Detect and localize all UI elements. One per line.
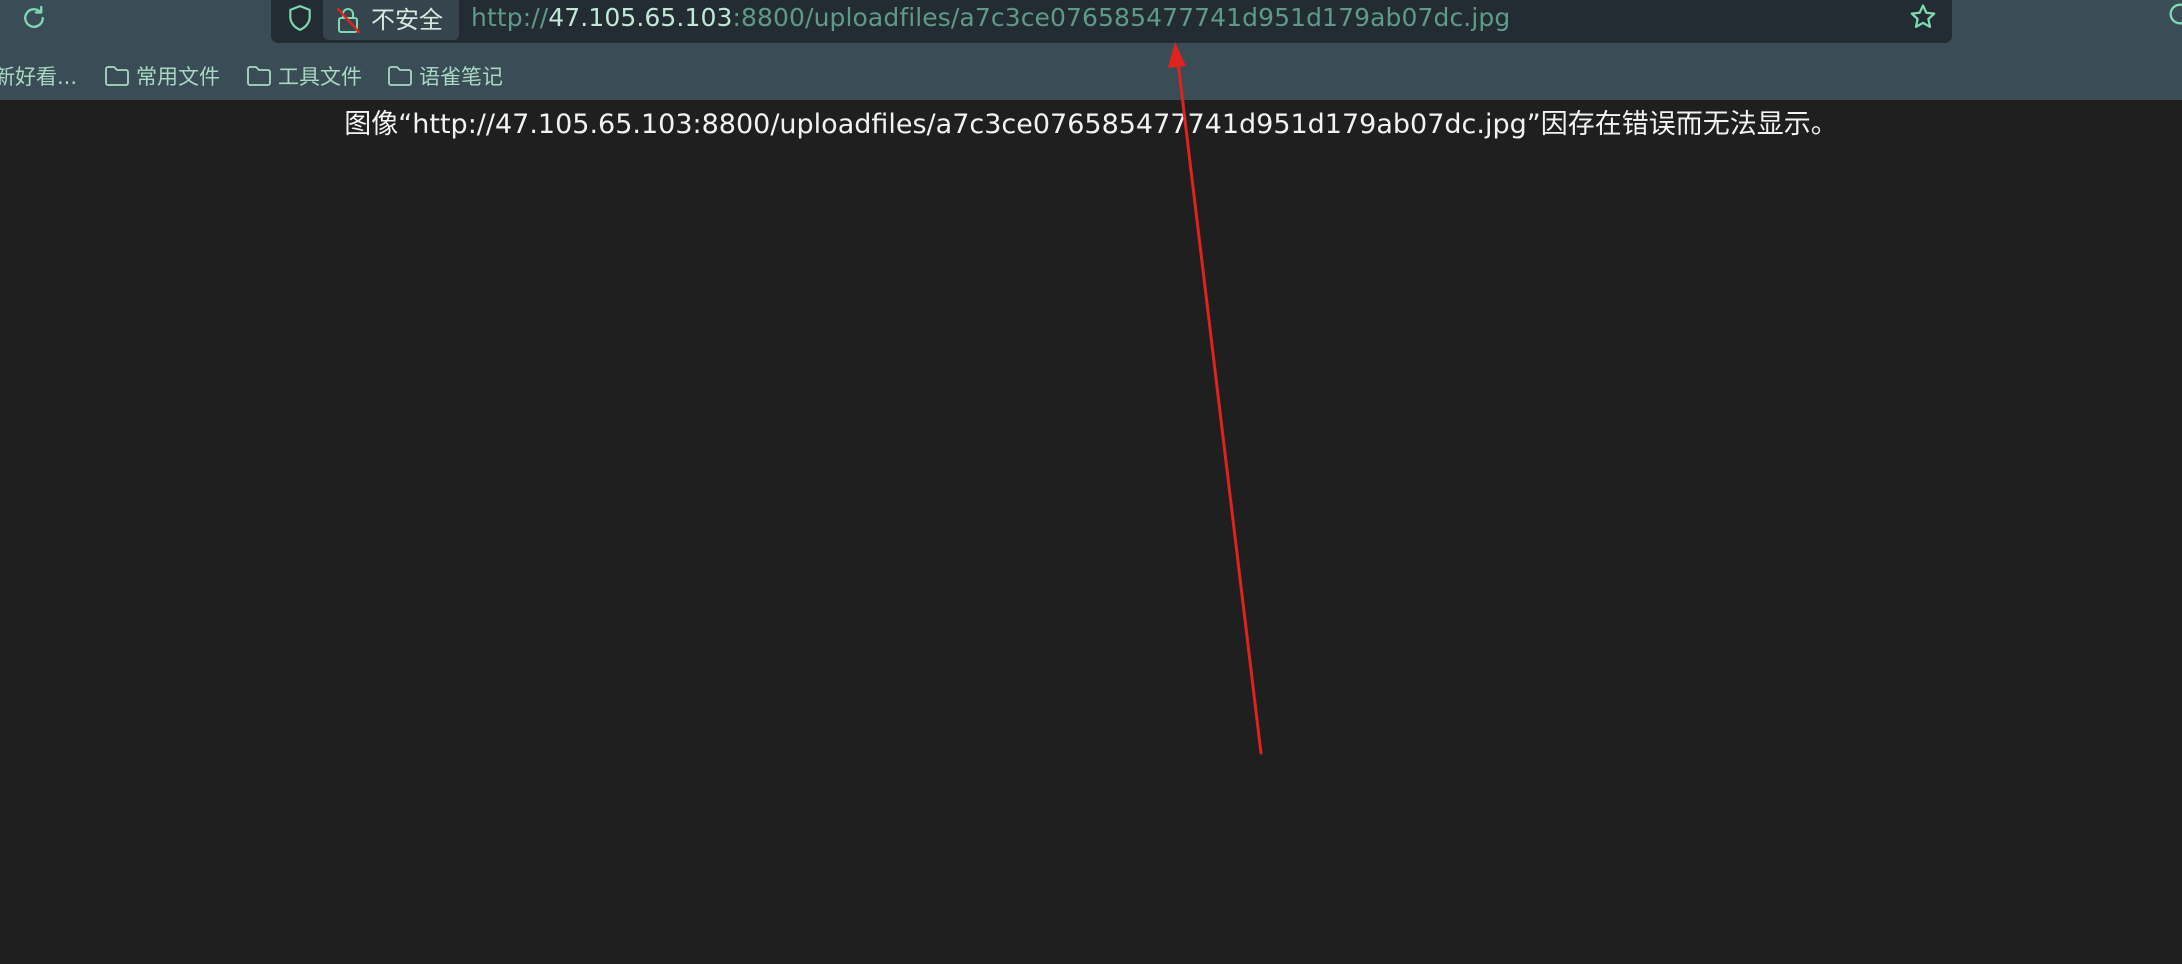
address-bar[interactable]: 不安全 http://47.105.65.103:8800/uploadfile… — [271, 0, 1952, 43]
browser-window: 不安全 http://47.105.65.103:8800/uploadfile… — [0, 0, 2182, 964]
bookmark-label: 常用文件 — [136, 65, 220, 89]
image-error-message: 图像“http://47.105.65.103:8800/uploadfiles… — [344, 109, 1838, 140]
bookmarks-toolbar: 新好看... 常用文件 工具文件 语雀笔记 — [0, 58, 2182, 94]
url-scheme: http:// — [471, 3, 549, 32]
url-path: :8800/uploadfiles/a7c3ce076585477741d951… — [732, 3, 1511, 32]
tracking-protection-button[interactable] — [283, 1, 317, 35]
reload-button[interactable] — [16, 0, 52, 36]
folder-icon — [387, 65, 413, 87]
insecure-lock-icon — [335, 5, 361, 35]
bookmark-folder-tool-files[interactable]: 工具文件 — [246, 58, 362, 94]
bookmark-label: 新好看... — [0, 65, 78, 89]
bookmark-label: 语雀笔记 — [419, 65, 503, 89]
bookmark-item-0[interactable]: 新好看... — [0, 58, 77, 94]
bookmark-folder-yuque-notes[interactable]: 语雀笔记 — [387, 58, 503, 94]
url-text[interactable]: http://47.105.65.103:8800/uploadfiles/a7… — [471, 0, 1510, 36]
bookmark-star-button[interactable] — [1906, 0, 1940, 34]
bookmark-label: 工具文件 — [278, 65, 362, 89]
security-label: 不安全 — [371, 6, 443, 34]
extension-button-partial[interactable] — [2166, 0, 2182, 36]
page-content: 图像“http://47.105.65.103:8800/uploadfiles… — [0, 100, 2182, 964]
extension-icon — [2169, 3, 2182, 25]
folder-icon — [246, 65, 272, 87]
shield-icon — [289, 5, 311, 31]
folder-icon — [104, 65, 130, 87]
star-icon — [1910, 4, 1936, 28]
url-host: 47.105.65.103 — [548, 3, 733, 32]
browser-toolbar: 不安全 http://47.105.65.103:8800/uploadfile… — [0, 0, 2182, 100]
bookmark-folder-common-files[interactable]: 常用文件 — [104, 58, 220, 94]
reload-icon — [24, 5, 44, 28]
connection-security-indicator[interactable]: 不安全 — [323, 0, 459, 40]
